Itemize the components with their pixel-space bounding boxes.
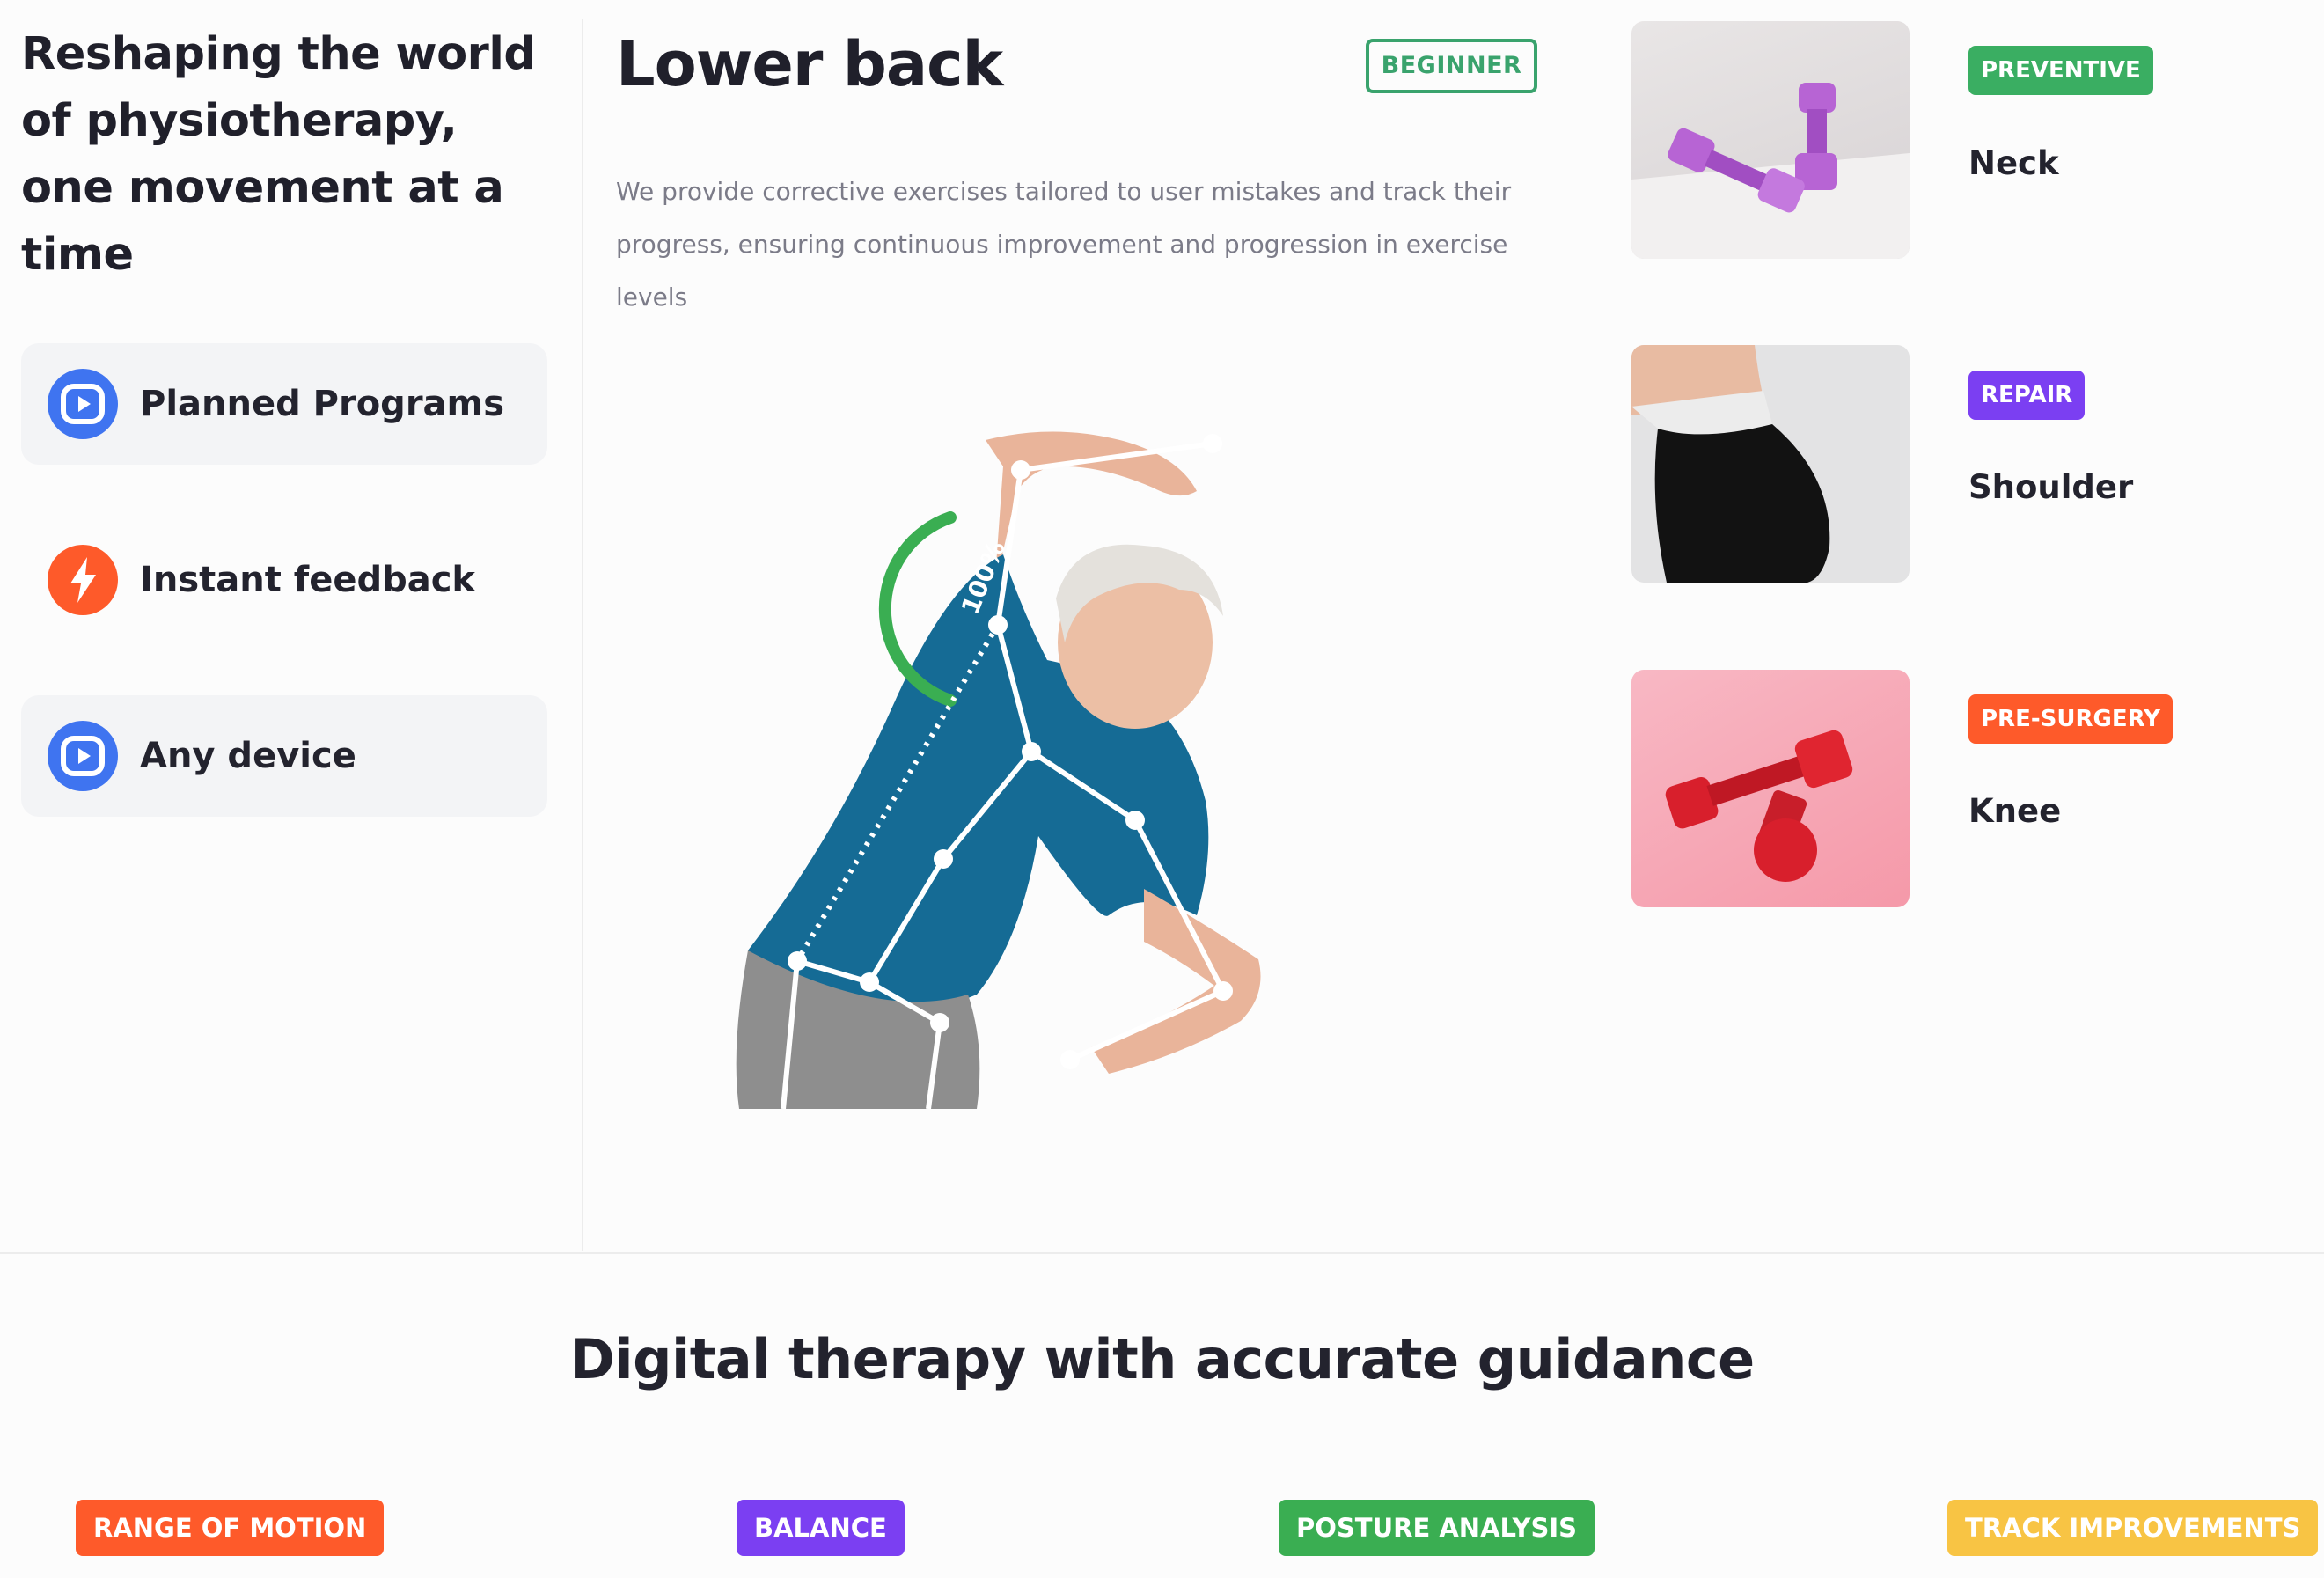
hip-arm-shape [1091,889,1261,1074]
card-name-neck[interactable]: Neck [1968,144,2059,182]
lightning-icon [48,545,118,615]
card-name-knee[interactable]: Knee [1968,792,2061,830]
feature-label: Instant feedback [140,560,476,600]
tag-track-improvements[interactable]: TRACK IMPROVEMENTS [1947,1500,2319,1556]
red-dumbbells-image[interactable] [1631,670,1910,907]
feature-instant-feedback[interactable]: Instant feedback [21,519,547,641]
section-title: Digital therapy with accurate guidance [569,1327,1755,1391]
tag-preventive: PREVENTIVE [1968,46,2153,95]
exercise-figure: 100% [686,378,1426,1110]
leggings-image[interactable] [1631,345,1910,583]
feature-planned-programs[interactable]: Planned Programs [21,343,547,465]
section-divider [0,1252,2324,1254]
exercise-title: Lower back [616,28,1003,100]
hero-tagline: Reshaping the world of physiotherapy, on… [21,28,536,281]
play-icon [48,369,118,439]
feature-label: Planned Programs [140,384,505,424]
feature-label: Any device [140,736,356,776]
tag-repair: REPAIR [1968,371,2086,420]
level-badge: BEGINNER [1366,39,1537,93]
tag-balance[interactable]: BALANCE [737,1500,905,1556]
tag-range-of-motion[interactable]: RANGE OF MOTION [76,1500,385,1556]
purple-dumbbells-image[interactable] [1631,21,1910,259]
tag-pre-surgery: PRE-SURGERY [1968,694,2174,744]
play-icon [48,721,118,791]
exercise-description: We provide corrective exercises tailored… [616,177,1512,312]
tag-posture-analysis[interactable]: POSTURE ANALYSIS [1279,1500,1595,1556]
card-name-shoulder[interactable]: Shoulder [1968,468,2133,506]
feature-any-device[interactable]: Any device [21,695,547,817]
column-divider [582,19,583,1251]
